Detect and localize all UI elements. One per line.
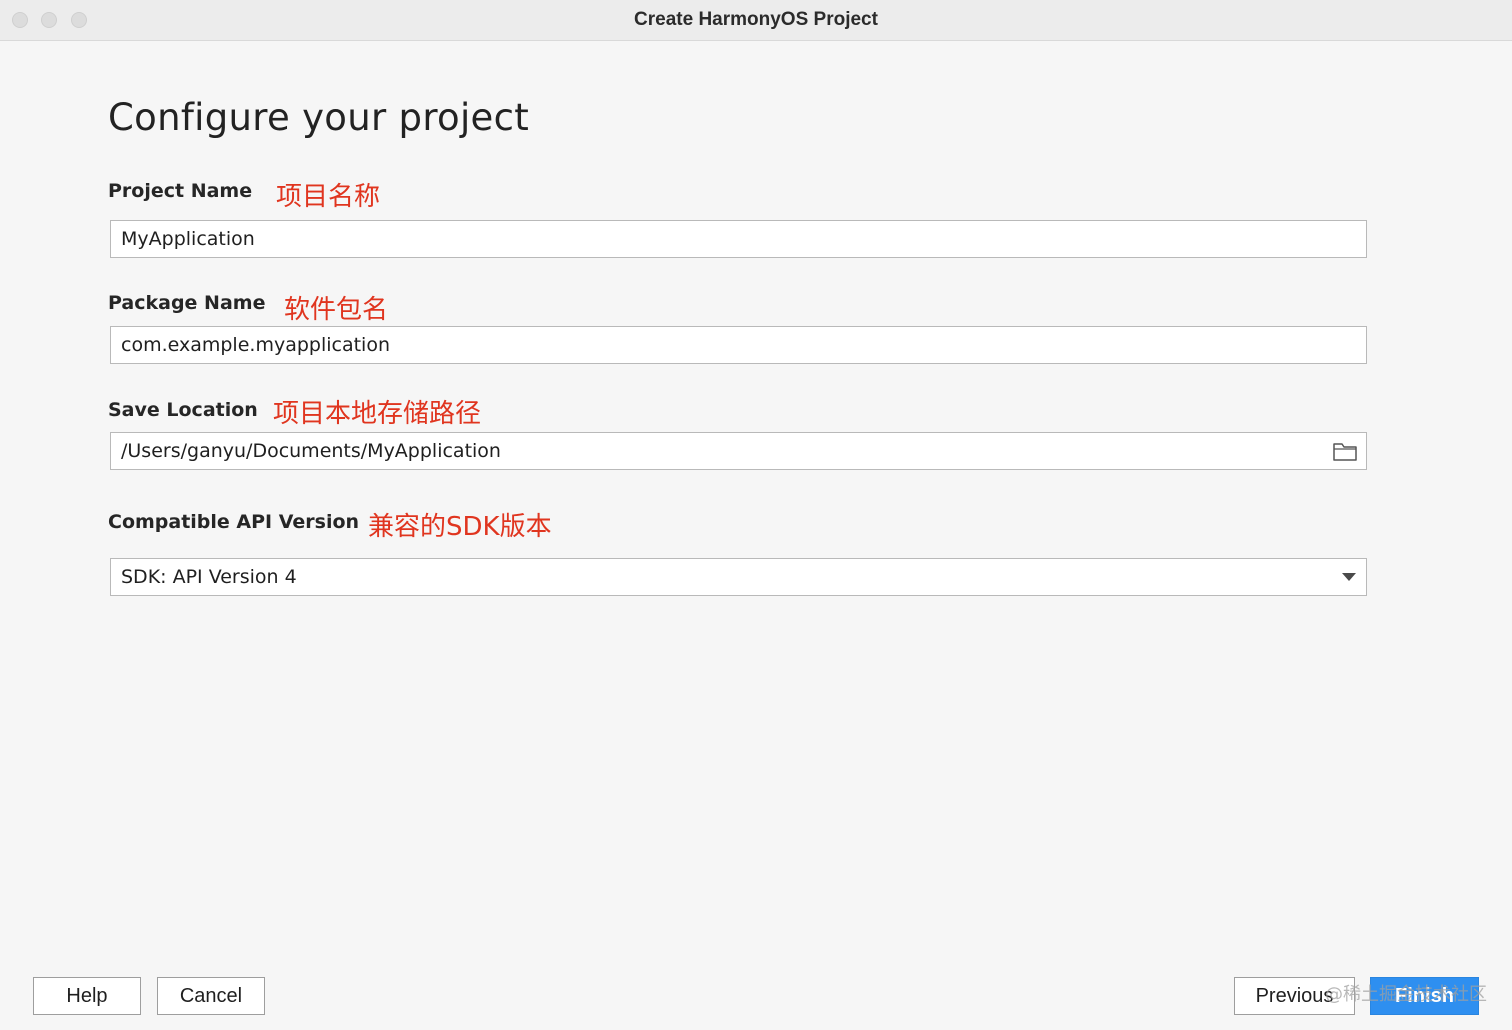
page-heading: Configure your project	[108, 96, 530, 139]
chevron-down-icon[interactable]	[1342, 573, 1356, 581]
package-name-value: com.example.myapplication	[121, 334, 390, 356]
cancel-button[interactable]: Cancel	[157, 977, 265, 1015]
package-name-annotation: 软件包名	[284, 295, 389, 325]
save-location-annotation: 项目本地存储路径	[273, 399, 482, 429]
project-name-annotation: 项目名称	[276, 182, 381, 212]
save-location-input[interactable]: /Users/ganyu/Documents/MyApplication	[110, 432, 1367, 470]
api-version-annotation: 兼容的SDK版本	[368, 512, 552, 542]
folder-icon[interactable]	[1332, 439, 1358, 463]
save-location-value: /Users/ganyu/Documents/MyApplication	[121, 440, 501, 462]
project-name-input[interactable]: MyApplication	[110, 220, 1367, 258]
dialog-window: Create HarmonyOS Project Configure your …	[0, 0, 1512, 1030]
project-name-value: MyApplication	[121, 228, 255, 250]
api-version-label: Compatible API Version	[108, 511, 360, 533]
api-version-select[interactable]: SDK: API Version 4	[110, 558, 1367, 596]
package-name-input[interactable]: com.example.myapplication	[110, 326, 1367, 364]
help-button[interactable]: Help	[33, 977, 141, 1015]
watermark: @稀土掘金技术社区	[1325, 984, 1487, 1005]
window-title: Create HarmonyOS Project	[634, 9, 878, 30]
api-version-value: SDK: API Version 4	[121, 566, 297, 588]
save-location-label: Save Location	[108, 399, 258, 421]
project-name-label: Project Name	[108, 180, 253, 202]
package-name-label: Package Name	[108, 292, 266, 314]
title-bar: Create HarmonyOS Project	[0, 0, 1512, 41]
